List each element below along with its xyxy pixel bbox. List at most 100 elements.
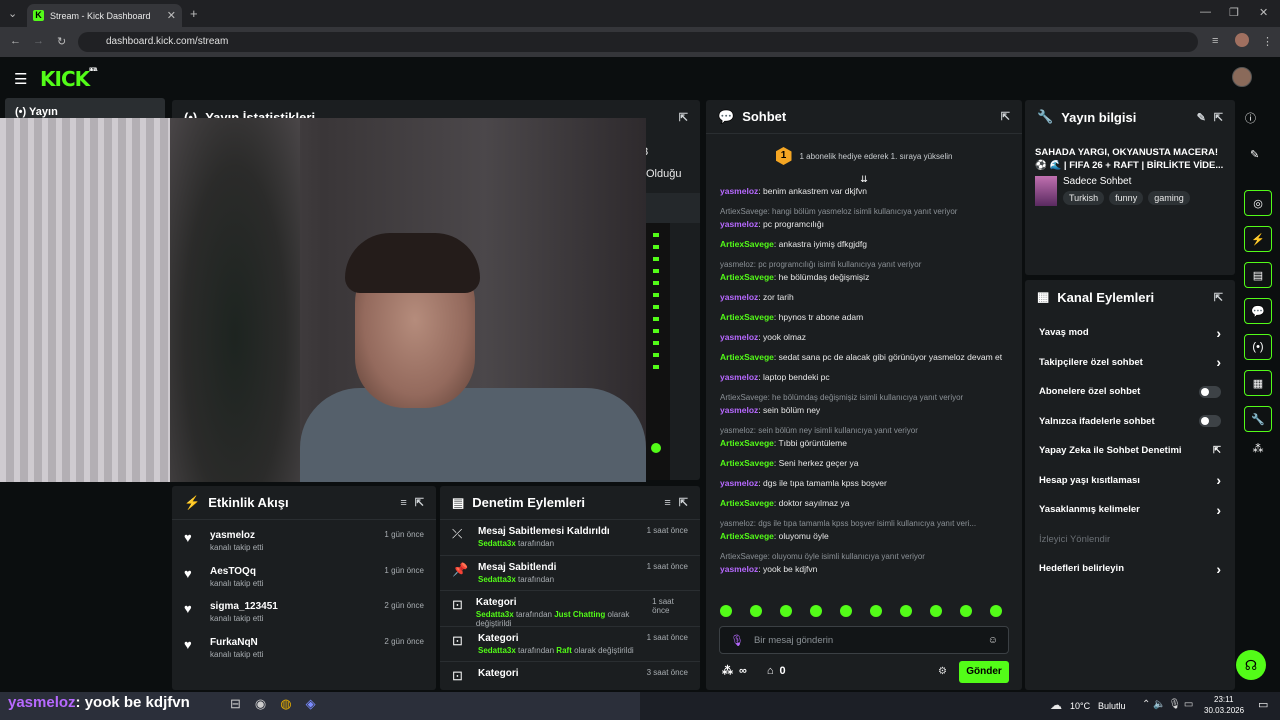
- support-icon[interactable]: ☊: [1236, 650, 1266, 680]
- chrome-icon[interactable]: ◍: [280, 696, 291, 712]
- url-field[interactable]: dashboard.kick.com/stream: [78, 32, 1198, 52]
- chat-username[interactable]: ArtiexSavege: [720, 272, 774, 282]
- moderation-item[interactable]: ⊡ Kategori Sedatta3x tarafından Just Chatt…: [440, 591, 700, 628]
- toggle-switch[interactable]: [1199, 415, 1221, 428]
- popout-icon[interactable]: ⇱: [1001, 110, 1010, 123]
- chat-username[interactable]: ArtiexSavege: [720, 531, 774, 541]
- emoji-icon[interactable]: ☺: [988, 635, 998, 646]
- back-icon[interactable]: ←: [10, 35, 21, 47]
- activity-item[interactable]: ♥ yasmeloz kanalı takip etti 1 gün önce: [172, 524, 436, 560]
- tray-icons[interactable]: ⌃ 🔈 🎙 ▭: [1142, 699, 1193, 710]
- filter-icon[interactable]: ≡: [400, 497, 406, 509]
- task-view-icon[interactable]: ⊟: [230, 696, 241, 712]
- edit-icon[interactable]: ✎: [1197, 111, 1206, 124]
- emote-icon[interactable]: [990, 605, 1002, 617]
- broadcast-rail-icon[interactable]: (•): [1244, 334, 1272, 360]
- emote-icon[interactable]: [720, 605, 732, 617]
- chat-message[interactable]: yasmeloz: sein bölüm ney isimli kullanıc…: [706, 424, 1022, 450]
- filter-icon[interactable]: ≡: [664, 497, 670, 509]
- reload-icon[interactable]: ↻: [57, 35, 66, 48]
- chat-username[interactable]: ArtiexSavege: [720, 458, 774, 468]
- chat-message[interactable]: ArtiexSavege: hangi bölüm yasmeloz isiml…: [706, 205, 1022, 231]
- info-icon[interactable]: ⓘ: [1245, 110, 1256, 126]
- popout-icon[interactable]: ⇱: [415, 496, 424, 509]
- chat-message[interactable]: yasmeloz: pc programcılığı isimli kullan…: [706, 258, 1022, 284]
- channel-action-item[interactable]: Hedefleri belirleyin ›: [1025, 554, 1235, 584]
- chat-rail-icon[interactable]: 💬: [1244, 298, 1272, 324]
- obs-icon[interactable]: ◉: [255, 696, 266, 712]
- chat-input[interactable]: 🎙 Bir mesaj gönderin ☺: [719, 626, 1009, 654]
- chat-username[interactable]: yasmeloz: [720, 219, 758, 229]
- user-avatar[interactable]: [1232, 67, 1252, 87]
- tag-pill[interactable]: gaming: [1148, 191, 1190, 205]
- moderation-item[interactable]: ⊡ Kategori Sedatta3x tarafından Raft olara…: [440, 627, 700, 662]
- scroll-down-icon[interactable]: ⇊: [706, 174, 1022, 185]
- channel-action-item[interactable]: Yavaş mod ›: [1025, 318, 1235, 348]
- extensions-icon[interactable]: ≡: [1212, 35, 1218, 47]
- activity-item[interactable]: ♥ FurkaNqN kanalı takip etti 2 gün önce: [172, 631, 436, 667]
- chat-username[interactable]: yasmeloz: [720, 186, 758, 196]
- emote-icon[interactable]: [930, 605, 942, 617]
- chat-username[interactable]: yasmeloz: [720, 405, 758, 415]
- chat-message[interactable]: ArtiexSavege: oluyomu öyle isimli kullan…: [706, 550, 1022, 576]
- channel-action-item[interactable]: Yapay Zeka ile Sohbet Denetimi ⇱: [1025, 436, 1235, 466]
- new-tab-icon[interactable]: +: [190, 6, 198, 21]
- chat-username[interactable]: yasmeloz: [720, 372, 758, 382]
- moderation-item[interactable]: 📌 Mesaj Sabitlendi Sedatta3x tarafından 1 s…: [440, 556, 700, 591]
- profile-avatar[interactable]: [1235, 33, 1249, 47]
- toggle-switch[interactable]: [1199, 385, 1221, 398]
- chat-username[interactable]: ArtiexSavege: [720, 498, 774, 508]
- chat-username[interactable]: yasmeloz: [720, 292, 758, 302]
- hamburger-menu-icon[interactable]: ☰: [14, 70, 27, 88]
- emote-icon[interactable]: [840, 605, 852, 617]
- chat-message[interactable]: yasmeloz: yook olmaz: [706, 331, 1022, 344]
- chat-message[interactable]: ArtiexSavege: ankastra iyimiş dfkgjdfg: [706, 238, 1022, 251]
- chat-message[interactable]: yasmeloz: benim ankastrem var dkjfvn: [706, 185, 1022, 198]
- emote-icon[interactable]: [780, 605, 792, 617]
- tag-pill[interactable]: Turkish: [1063, 191, 1105, 205]
- emote-icon[interactable]: [810, 605, 822, 617]
- activity-item[interactable]: ♥ AesTOQq kanalı takip etti 1 gün önce: [172, 560, 436, 596]
- chat-username[interactable]: ArtiexSavege: [720, 312, 774, 322]
- store-icon[interactable]: ⌂: [767, 665, 774, 677]
- chat-username[interactable]: yasmeloz: [720, 332, 758, 342]
- chat-message[interactable]: ArtiexSavege: doktor sayılmaz ya: [706, 497, 1022, 510]
- emote-icon[interactable]: [900, 605, 912, 617]
- chat-username[interactable]: ArtiexSavege: [720, 438, 774, 448]
- popout-icon[interactable]: ⇱: [1214, 291, 1223, 304]
- channel-action-item[interactable]: Yasaklanmış kelimeler ›: [1025, 495, 1235, 525]
- browser-menu-icon[interactable]: ⋮: [1262, 35, 1273, 48]
- moderation-item[interactable]: ⊡ Kategori 3 saat önce: [440, 662, 700, 690]
- channel-action-item[interactable]: Takipçilere özel sohbet ›: [1025, 348, 1235, 378]
- chat-message[interactable]: yasmeloz: dgs ile tıpa tamamla kpss boşv…: [706, 477, 1022, 490]
- tag-pill[interactable]: funny: [1109, 191, 1144, 205]
- send-button[interactable]: Gönder: [959, 661, 1009, 683]
- chat-message[interactable]: ArtiexSavege: Seni herkez geçer ya: [706, 457, 1022, 470]
- camera-icon[interactable]: ◎: [1244, 190, 1272, 216]
- maximize-icon[interactable]: ❐: [1229, 6, 1239, 19]
- popout-icon[interactable]: ⇱: [679, 111, 688, 124]
- chat-message[interactable]: yasmeloz: dgs ile tıpa tamamla kpss boşv…: [706, 517, 1022, 543]
- chat-message[interactable]: ArtiexSavege: he bölümdaş değişmişiz isi…: [706, 391, 1022, 417]
- close-tab-icon[interactable]: ✕: [167, 9, 176, 22]
- browser-tab[interactable]: K Stream - Kick Dashboard ✕: [27, 4, 182, 27]
- discord-icon[interactable]: ◈: [306, 696, 316, 712]
- chat-message[interactable]: ArtiexSavege: sedat sana pc de alacak gi…: [706, 351, 1022, 364]
- minimize-icon[interactable]: —: [1200, 6, 1211, 18]
- more-apps-icon[interactable]: ⁂: [1244, 442, 1272, 455]
- emote-icon[interactable]: [960, 605, 972, 617]
- lightning-rail-icon[interactable]: ⚡: [1244, 226, 1272, 252]
- tab-list-icon[interactable]: ⌄: [8, 7, 17, 20]
- notification-icon[interactable]: ▭: [1258, 698, 1268, 711]
- forward-icon[interactable]: →: [33, 35, 44, 47]
- channel-action-item[interactable]: Hesap yaşı kısıtlaması ›: [1025, 466, 1235, 496]
- channel-action-item[interactable]: Yalnızca ifadelerle sohbet: [1025, 407, 1235, 437]
- kick-logo[interactable]: KICKBETA: [40, 67, 97, 91]
- close-window-icon[interactable]: ✕: [1259, 6, 1268, 19]
- moderation-item[interactable]: ⤫ Mesaj Sabitlemesi Kaldırıldı Sedatta3x t…: [440, 520, 700, 556]
- microphone-icon[interactable]: 🎙: [730, 634, 744, 647]
- pencil-icon[interactable]: ✎: [1250, 148, 1259, 161]
- chat-username[interactable]: yasmeloz: [720, 564, 758, 574]
- channel-action-item[interactable]: Abonelere özel sohbet: [1025, 377, 1235, 407]
- popout-icon[interactable]: ⇱: [1214, 111, 1223, 124]
